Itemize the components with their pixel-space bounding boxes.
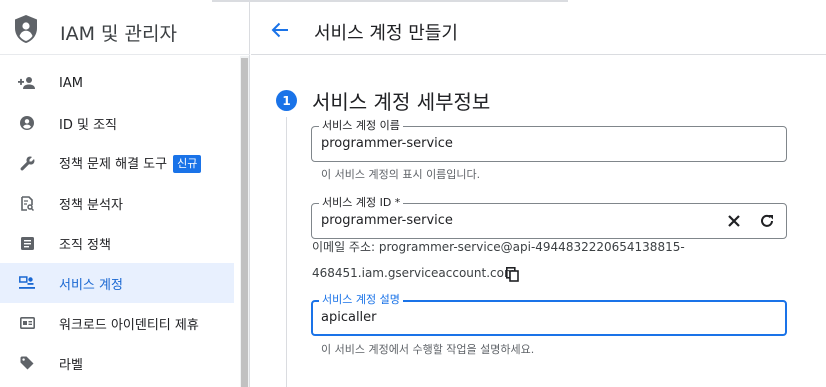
main-content: 서비스 계정 만들기 1 서비스 계정 세부정보 서비스 계정 이름 progr… xyxy=(251,0,826,387)
field-label: 서비스 계정 ID * xyxy=(319,196,404,210)
page-title: 서비스 계정 만들기 xyxy=(314,23,458,44)
service-account-description-field[interactable]: 서비스 계정 설명 apicaller xyxy=(311,293,787,336)
step-connector-line xyxy=(286,117,287,387)
sidebar: IAM 및 관리자 IAM ID 및 조직 정책 문제 해결 도구신규 정책 xyxy=(0,0,250,387)
service-account-name-field[interactable]: 서비스 계정 이름 programmer-service xyxy=(311,119,787,162)
sidebar-item-label: 워크로드 아이덴티티 제휴 xyxy=(59,317,199,333)
sidebar-item-label: 라벨 xyxy=(59,357,83,373)
account-circle-icon xyxy=(18,115,36,131)
step-number: 1 xyxy=(276,90,297,111)
add-person-icon xyxy=(18,75,36,91)
sidebar-item-service-accounts[interactable]: 서비스 계정 xyxy=(0,263,234,303)
sidebar-nav: IAM ID 및 조직 정책 문제 해결 도구 신규 정책 분석자 조직 정책 xyxy=(0,63,234,383)
new-badge: 신규 xyxy=(173,155,202,173)
header-divider xyxy=(251,54,826,55)
sidebar-item-identity-org[interactable]: ID 및 조직 xyxy=(0,103,234,143)
sidebar-item-text: 정책 문제 해결 도구 xyxy=(59,157,168,172)
sidebar-item-policy-analyzer[interactable]: 정책 분석자 xyxy=(0,183,234,223)
sidebar-item-label: 정책 분석자 xyxy=(59,197,123,213)
sidebar-item-policy-troubleshooter[interactable]: 정책 문제 해결 도구 신규 xyxy=(0,143,234,183)
sidebar-item-workload-identity[interactable]: 워크로드 아이덴티티 제휴 xyxy=(0,303,234,343)
sidebar-item-label: 정책 문제 해결 도구 신규 xyxy=(59,153,202,173)
email-address-line1: 이메일 주소: programmer-service@api-494483222… xyxy=(312,240,685,254)
sidebar-header: IAM 및 관리자 xyxy=(0,8,250,54)
step-title: 서비스 계정 세부정보 xyxy=(312,90,491,114)
field-value: programmer-service xyxy=(321,213,453,228)
sidebar-item-iam[interactable]: IAM xyxy=(0,63,234,103)
copy-icon[interactable] xyxy=(502,264,522,284)
field-label: 서비스 계정 이름 xyxy=(319,119,403,133)
sidebar-item-label: IAM xyxy=(59,75,83,91)
shield-icon xyxy=(15,15,37,43)
sidebar-title: IAM 및 관리자 xyxy=(60,23,177,45)
refresh-icon[interactable] xyxy=(757,211,777,231)
email-address-line2: 468451.iam.gserviceaccount.com xyxy=(312,266,516,280)
sidebar-item-labels[interactable]: 라벨 xyxy=(0,343,234,383)
sidebar-item-label: 조직 정책 xyxy=(59,237,111,253)
field-label: 서비스 계정 설명 xyxy=(319,293,403,307)
wrench-icon xyxy=(18,155,36,171)
field-value: programmer-service xyxy=(321,136,453,151)
list-icon xyxy=(18,235,36,251)
name-hint: 이 서비스 계정의 표시 이름입니다. xyxy=(321,168,481,181)
description-hint: 이 서비스 계정에서 수행할 작업을 설명하세요. xyxy=(321,343,535,356)
service-account-icon xyxy=(18,275,36,291)
sidebar-item-org-policy[interactable]: 조직 정책 xyxy=(0,223,234,263)
main-header: 서비스 계정 만들기 xyxy=(251,8,826,54)
field-value: apicaller xyxy=(321,310,377,325)
document-search-icon xyxy=(18,195,36,211)
sidebar-scrollbar-thumb[interactable] xyxy=(241,58,248,387)
sidebar-item-label: ID 및 조직 xyxy=(59,117,117,133)
clear-icon[interactable] xyxy=(724,211,744,231)
sidebar-item-label: 서비스 계정 xyxy=(59,277,123,293)
sidebar-divider xyxy=(0,54,250,55)
tag-icon xyxy=(18,355,36,371)
back-arrow-icon[interactable] xyxy=(269,19,291,41)
id-card-icon xyxy=(18,315,36,331)
service-account-id-field[interactable]: 서비스 계정 ID * programmer-service xyxy=(311,196,787,239)
